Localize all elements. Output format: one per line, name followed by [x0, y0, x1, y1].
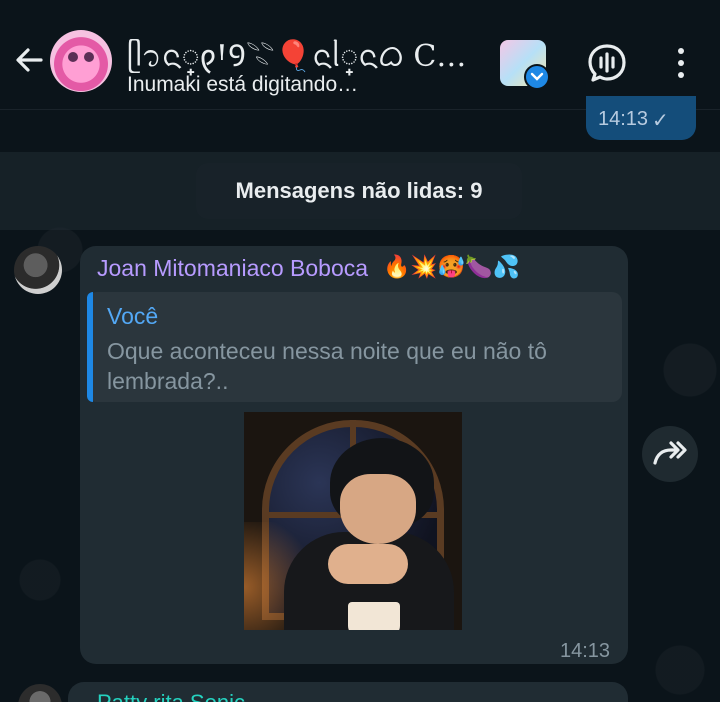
- quote-accent-bar: [87, 292, 93, 402]
- sender-name[interactable]: Patty rita Sonic: [97, 690, 245, 702]
- group-avatar[interactable]: [50, 30, 112, 92]
- quote-text: Oque aconteceu nessa noite que eu não tô…: [107, 338, 547, 394]
- message-time: 14:13: [598, 108, 649, 130]
- sender-name[interactable]: Joan Mitomaniaco Boboca: [97, 255, 368, 282]
- message-image[interactable]: [244, 412, 462, 630]
- voice-chat-button[interactable]: [586, 42, 628, 84]
- forward-icon: [653, 441, 687, 465]
- typing-status: Inumaki está digitando…: [127, 73, 359, 96]
- arrow-left-icon: [16, 48, 43, 72]
- unread-count-label: Mensagens não lidas: 9: [235, 178, 483, 203]
- more-options-icon[interactable]: [666, 42, 696, 84]
- voice-chat-icon: [588, 44, 626, 82]
- forward-button[interactable]: [642, 426, 698, 482]
- back-button[interactable]: [12, 43, 46, 77]
- chevron-down-icon[interactable]: [524, 64, 550, 90]
- quote-author: Você: [107, 303, 159, 329]
- check-icon: ✓: [652, 110, 669, 132]
- sender-emoji: 🔥💥🥵🍆💦: [383, 254, 520, 279]
- sender-avatar[interactable]: [14, 246, 62, 294]
- message-time: 14:13: [560, 640, 611, 662]
